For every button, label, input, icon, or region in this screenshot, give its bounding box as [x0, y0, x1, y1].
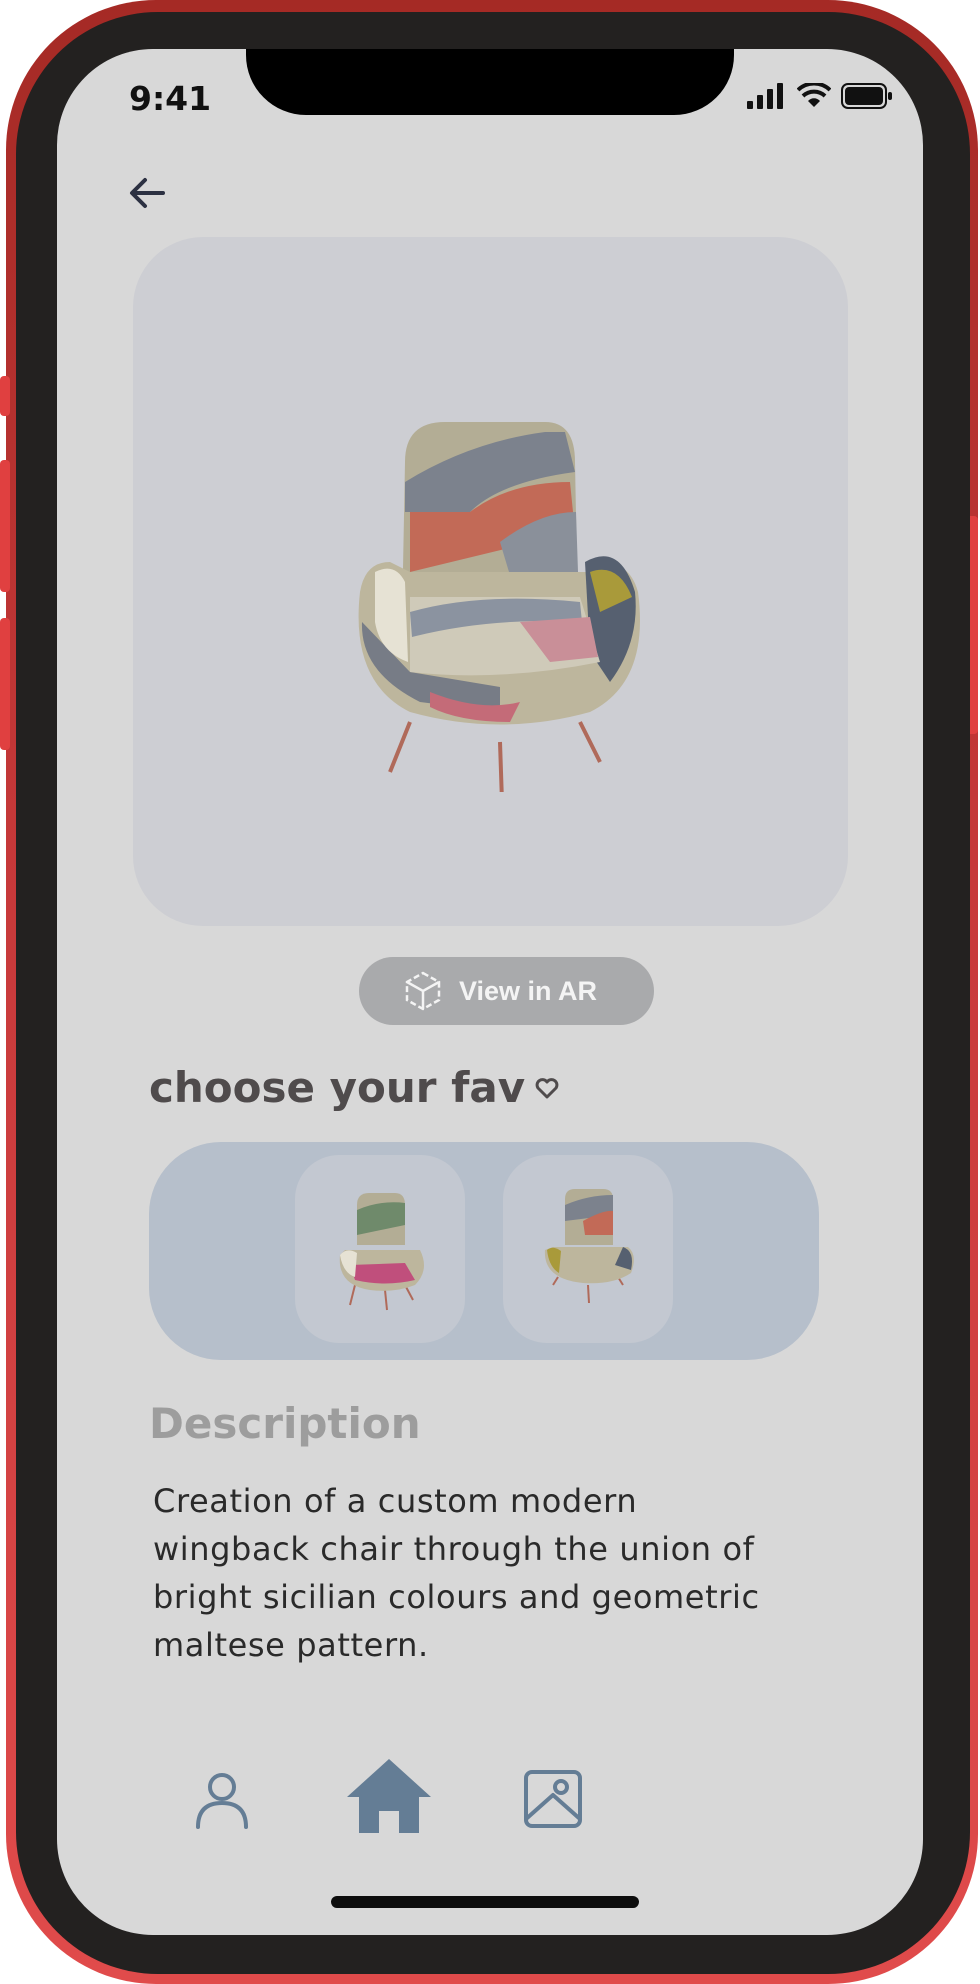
home-indicator[interactable]	[331, 1896, 639, 1908]
app-screen: 9:41 View in AR choose your fav Descript…	[57, 49, 923, 1935]
chair-variant-2[interactable]	[503, 1155, 673, 1343]
battery-icon	[841, 83, 892, 109]
profile-icon[interactable]	[192, 1769, 252, 1829]
status-icons	[747, 83, 893, 109]
bottom-nav	[57, 1759, 923, 1869]
description-line: bright sicilian colours and geometric	[153, 1578, 760, 1616]
favorites-heading: choose your fav	[149, 1063, 559, 1112]
description-text: Creation of a custom modern wingback cha…	[153, 1477, 873, 1669]
notch	[246, 49, 734, 115]
heart-icon	[535, 1077, 559, 1098]
ar-button-label: View in AR	[459, 975, 598, 1006]
favorites-title: choose your fav	[149, 1063, 526, 1112]
chair-thumbnail	[339, 1193, 424, 1311]
chair-thumbnail	[544, 1189, 634, 1304]
volume-down-button	[0, 618, 10, 750]
signal-icon	[747, 83, 783, 109]
side-button	[0, 376, 10, 416]
chair-variant-1[interactable]	[295, 1155, 465, 1343]
product-preview-card[interactable]	[133, 237, 848, 926]
status-time: 9:41	[129, 79, 212, 118]
description-heading: Description	[149, 1399, 421, 1448]
gallery-icon[interactable]	[523, 1769, 583, 1829]
favorites-carousel	[149, 1142, 819, 1360]
volume-up-button	[0, 460, 10, 592]
home-icon[interactable]	[347, 1759, 431, 1833]
description-line: maltese pattern.	[153, 1626, 429, 1664]
back-arrow-icon[interactable]	[125, 171, 169, 215]
description-line: wingback chair through the union of	[153, 1530, 755, 1568]
view-in-ar-button[interactable]: View in AR	[359, 957, 654, 1025]
wifi-icon	[797, 83, 831, 107]
chair-image	[358, 422, 640, 792]
ar-cube-icon	[405, 971, 441, 1011]
description-line: Creation of a custom modern	[153, 1482, 638, 1520]
